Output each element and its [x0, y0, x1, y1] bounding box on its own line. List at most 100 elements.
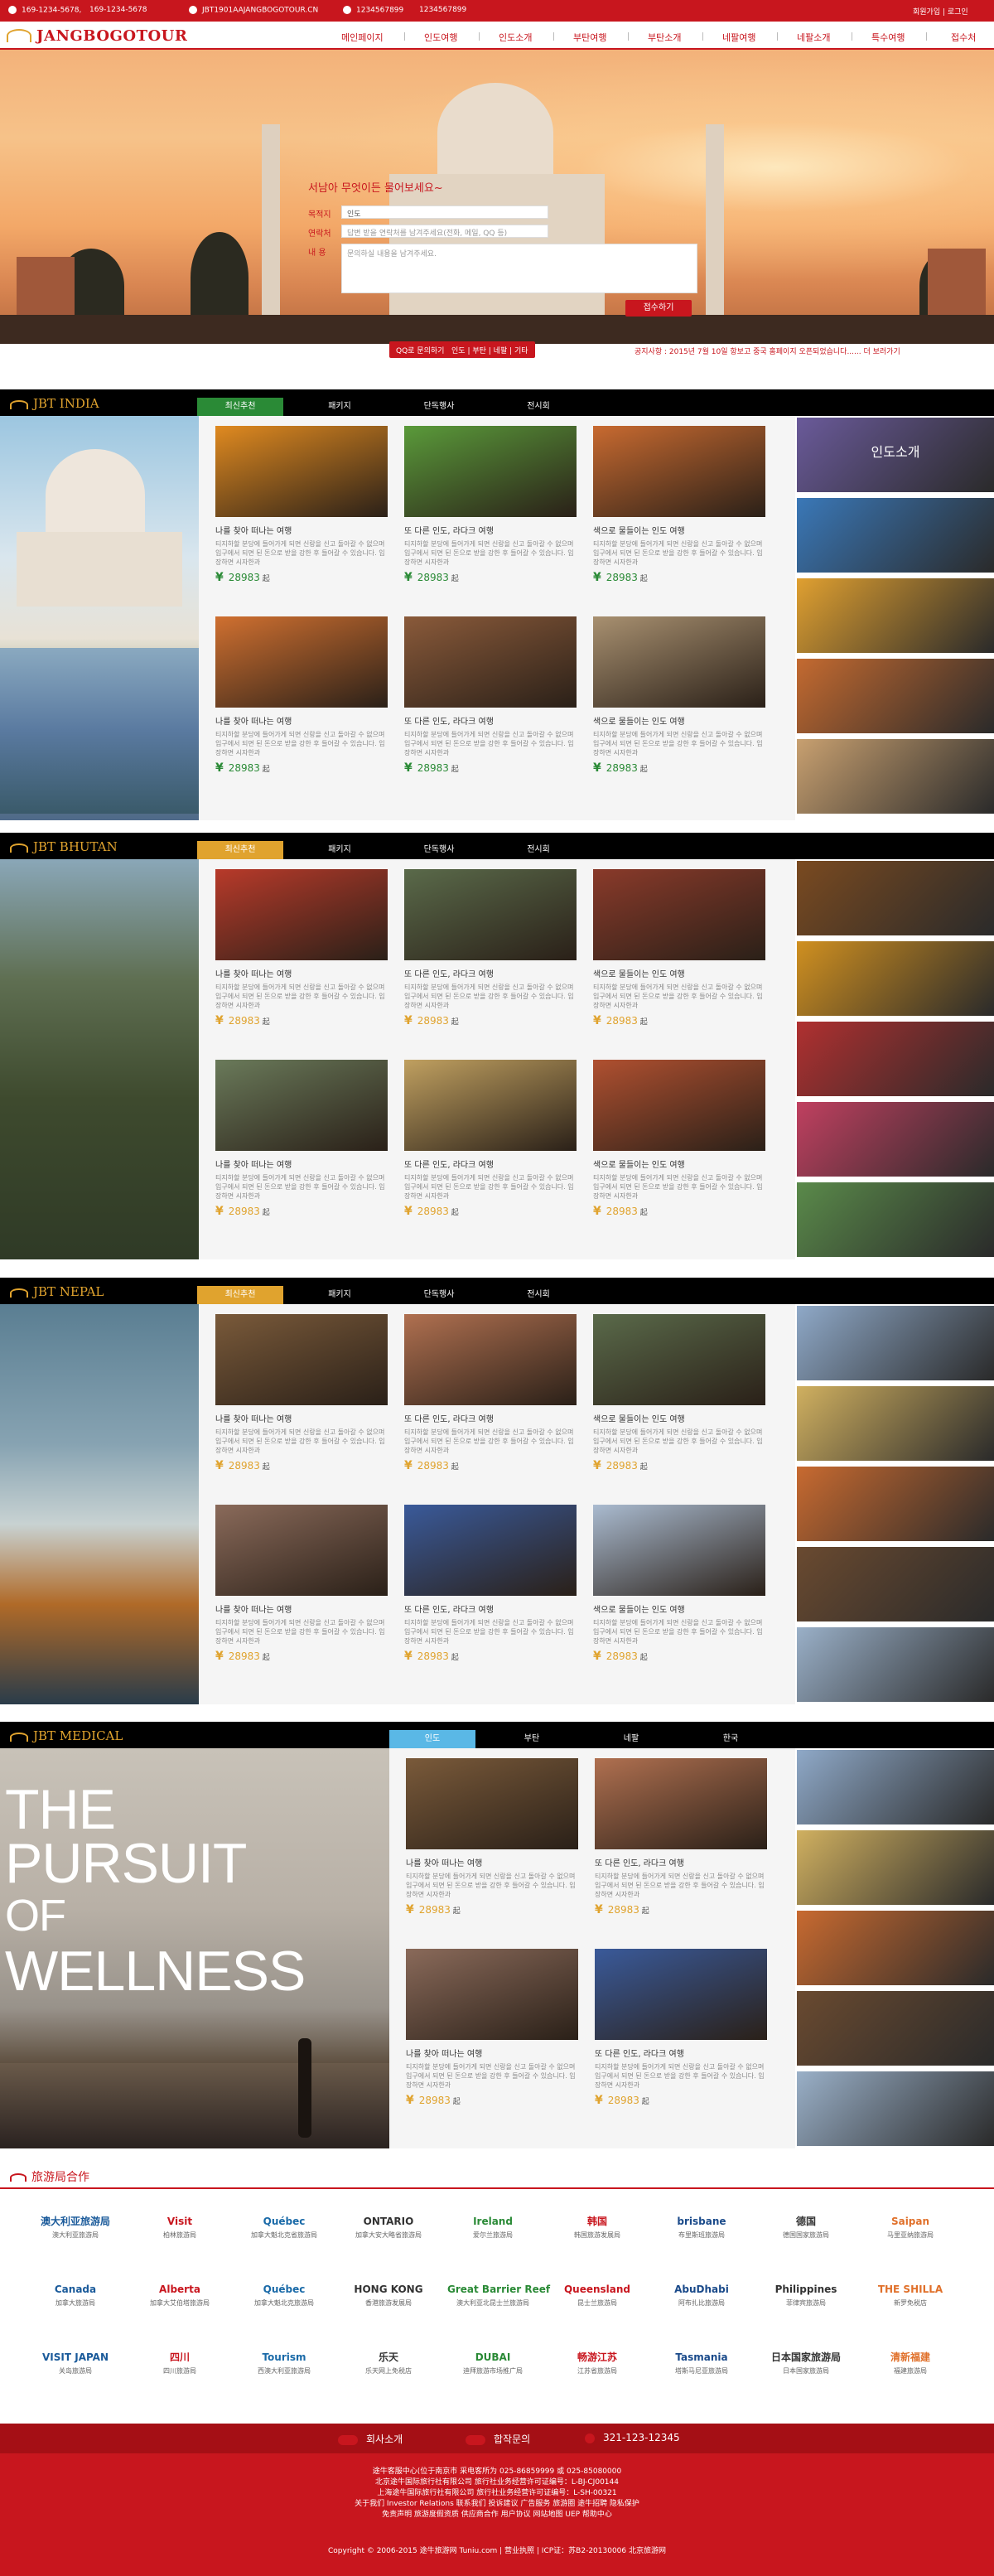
section-tab[interactable]: 패키지 [297, 1286, 383, 1304]
tour-card[interactable]: 또 다른 인도, 라다크 여행 티지하할 분당에 들어가게 되면 신랑을 신고 돌… [404, 1060, 577, 1218]
side-thumbnail[interactable] [797, 941, 994, 1016]
tour-card[interactable]: 색으로 물들이는 인도 여행 티지하할 분당에 들어가게 되면 신랑을 신고 돌아… [593, 1314, 765, 1472]
section-tab[interactable]: 패키지 [297, 841, 383, 859]
side-thumbnail[interactable] [797, 1830, 994, 1905]
side-thumbnail[interactable] [797, 1991, 994, 2066]
nav-item-india-tour[interactable]: 인도여행 [424, 31, 457, 44]
tour-card[interactable]: 또 다른 인도, 라다크 여행 티지하할 분당에 들어가게 되면 신랑을 신고 돌… [404, 869, 577, 1027]
section-tab[interactable]: 최신추천 [197, 1286, 283, 1304]
tour-title[interactable]: 나를 찾아 떠나는 여행 [215, 524, 388, 536]
side-thumbnail[interactable] [797, 1467, 994, 1541]
login-links[interactable]: 회원가입 | 로그인 [913, 6, 968, 17]
partner-logo[interactable]: DUBAI 迪拜旅游市场推广局 [447, 2348, 538, 2375]
tour-title[interactable]: 또 다른 인도, 라다크 여행 [404, 1158, 577, 1170]
partner-link[interactable]: 합작문의 [494, 2433, 530, 2445]
section-tab[interactable]: 전시회 [495, 398, 581, 416]
side-thumbnail[interactable] [797, 659, 994, 733]
side-thumbnail[interactable] [797, 498, 994, 573]
tour-image[interactable] [404, 1314, 577, 1405]
tour-image[interactable] [215, 426, 388, 517]
tour-card[interactable]: 또 다른 인도, 라다크 여행 티지하할 분당에 들어가게 되면 신랑을 신고 돌… [404, 1314, 577, 1472]
section-tab[interactable]: 부탄 [489, 1730, 575, 1748]
email-text[interactable]: JBT1901AAJANGBOGOTOUR.CN [202, 7, 318, 15]
tour-image[interactable] [593, 869, 765, 960]
nav-item-india-intro[interactable]: 인도소개 [499, 31, 532, 44]
partner-logo[interactable]: Tourism 西澳大利亚旅游局 [239, 2348, 330, 2375]
side-thumbnail[interactable] [797, 578, 994, 653]
side-thumbnail[interactable] [797, 1386, 994, 1461]
tour-card[interactable]: 또 다른 인도, 라다크 여행 티지하할 분당에 들어가게 되면 신랑을 신고 돌… [404, 616, 577, 775]
partner-logo[interactable]: THE SHILLA 新罗免税店 [865, 2280, 956, 2308]
side-thumbnail[interactable] [797, 1102, 994, 1177]
tour-image[interactable] [593, 1060, 765, 1151]
tour-card[interactable]: 색으로 물들이는 인도 여행 티지하할 분당에 들어가게 되면 신랑을 신고 돌아… [593, 1505, 765, 1663]
side-thumbnail[interactable] [797, 1750, 994, 1824]
tour-card[interactable]: 또 다른 인도, 라다크 여행 티지하할 분당에 들어가게 되면 신랑을 신고 돌… [404, 1505, 577, 1663]
nav-item-special-tour[interactable]: 특수여행 [871, 31, 905, 44]
side-thumbnail[interactable] [797, 739, 994, 814]
tour-image[interactable] [595, 1758, 767, 1849]
footer-line[interactable]: 关于我们 Investor Relations 联系我们 投诉建议 广告服务 旅… [0, 2499, 994, 2510]
partner-logo[interactable]: 澳大利亚旅游局 澳大利亚旅游局 [30, 2212, 121, 2240]
nav-item-bhutan-intro[interactable]: 부탄소개 [648, 31, 681, 44]
side-thumbnail[interactable] [797, 1182, 994, 1257]
partner-logo[interactable]: Philippines 菲律宾旅游局 [760, 2280, 852, 2308]
tour-image[interactable] [404, 869, 577, 960]
tour-image[interactable] [215, 1314, 388, 1405]
dest-input[interactable]: 인도 [341, 205, 548, 219]
partner-logo[interactable]: Saipan 马里亚纳旅游局 [865, 2212, 956, 2240]
notice-text[interactable]: 공지사항 : 2015년 7월 10일 항보고 중국 홈페이지 오픈되었습니다.… [635, 346, 900, 356]
tour-card[interactable]: 나를 찾아 떠나는 여행 티지하할 분당에 들어가게 되면 신랑을 신고 돌아갈 … [406, 1949, 578, 2107]
tour-title[interactable]: 또 다른 인도, 라다크 여행 [404, 1412, 577, 1424]
footer-line[interactable]: 上海途牛国际旅行社有限公司 旅行社业务经营许可证编号：L-SH-00321 [0, 2488, 994, 2499]
tour-title[interactable]: 또 다른 인도, 라다크 여행 [404, 967, 577, 979]
content-textarea[interactable]: 문의하실 내용을 남겨주세요. [341, 244, 697, 293]
tour-title[interactable]: 색으로 물들이는 인도 여행 [593, 714, 765, 727]
tour-card[interactable]: 색으로 물들이는 인도 여행 티지하할 분당에 들어가게 되면 신랑을 신고 돌아… [593, 1060, 765, 1218]
nav-item-nepal-tour[interactable]: 네팔여행 [722, 31, 755, 44]
partner-logo[interactable]: 四川 四川旅游局 [134, 2348, 225, 2375]
tour-title[interactable]: 나를 찾아 떠나는 여행 [215, 967, 388, 979]
partner-logo[interactable]: 韩国 韩国旅游发展局 [552, 2212, 643, 2240]
country-links[interactable]: 인도 | 부탄 | 네팔 | 기타 [451, 347, 528, 355]
tour-image[interactable] [593, 1314, 765, 1405]
tour-title[interactable]: 또 다른 인도, 라다크 여행 [595, 2047, 767, 2059]
tour-title[interactable]: 나를 찾아 떠나는 여행 [406, 1856, 578, 1868]
side-thumbnail[interactable] [797, 1022, 994, 1096]
tour-card[interactable]: 나를 찾아 떠나는 여행 티지하할 분당에 들어가게 되면 신랑을 신고 돌아갈 … [215, 426, 388, 584]
section-tab[interactable]: 최신추천 [197, 841, 283, 859]
side-thumbnail[interactable] [797, 1911, 994, 1985]
tour-card[interactable]: 나를 찾아 떠나는 여행 티지하할 분당에 들어가게 되면 신랑을 신고 돌아갈 … [215, 869, 388, 1027]
section-tab[interactable]: 네팔 [588, 1730, 674, 1748]
side-thumbnail[interactable] [797, 1627, 994, 1702]
tour-image[interactable] [404, 1060, 577, 1151]
partner-logo[interactable]: Québec 加拿大魁北克旅游局 [239, 2280, 330, 2308]
section-tab[interactable]: 패키지 [297, 398, 383, 416]
submit-button[interactable]: 접수하기 [625, 300, 692, 317]
nav-item-home[interactable]: 메인페이지 [341, 31, 384, 44]
partner-logo[interactable]: 日本国家旅游局 日本国家旅游局 [760, 2348, 852, 2375]
tour-title[interactable]: 또 다른 인도, 라다크 여행 [404, 524, 577, 536]
footer-line[interactable]: 免责声明 旅游度假资质 供应商合作 用户协议 网站地图 UEP 帮助中心 [0, 2510, 994, 2520]
tour-image[interactable] [593, 1505, 765, 1596]
tour-image[interactable] [404, 1505, 577, 1596]
side-thumbnail[interactable] [797, 1547, 994, 1621]
tour-title[interactable]: 나를 찾아 떠나는 여행 [406, 2047, 578, 2059]
tour-image[interactable] [215, 1505, 388, 1596]
partner-logo[interactable]: VISIT JAPAN 关岛旅游局 [30, 2348, 121, 2375]
side-thumbnail[interactable] [797, 861, 994, 935]
section-tab[interactable]: 인도 [389, 1730, 475, 1748]
partner-logo[interactable]: 德国 德国国家旅游局 [760, 2212, 852, 2240]
tour-title[interactable]: 색으로 물들이는 인도 여행 [593, 1412, 765, 1424]
side-thumbnail[interactable] [797, 1306, 994, 1380]
section-tab[interactable]: 단독행사 [396, 398, 482, 416]
tour-card[interactable]: 나를 찾아 떠나는 여행 티지하할 분당에 들어가게 되면 신랑을 신고 돌아갈 … [215, 1314, 388, 1472]
partner-logo[interactable]: 清新福建 福建旅游局 [865, 2348, 956, 2375]
tour-title[interactable]: 나를 찾아 떠나는 여행 [215, 1158, 388, 1170]
tour-title[interactable]: 나를 찾아 떠나는 여행 [215, 714, 388, 727]
partner-logo[interactable]: ONTARIO 加拿大安大略省旅游局 [343, 2212, 434, 2240]
tour-card[interactable]: 나를 찾아 떠나는 여행 티지하할 분당에 들어가게 되면 신랑을 신고 돌아갈 … [215, 1505, 388, 1663]
tour-card[interactable]: 또 다른 인도, 라다크 여행 티지하할 분당에 들어가게 되면 신랑을 신고 돌… [595, 1949, 767, 2107]
about-link[interactable]: 회사소개 [366, 2433, 403, 2445]
qq-inquiry-button[interactable]: QQ로 문의하기 인도 | 부탄 | 네팔 | 기타 [389, 341, 535, 358]
